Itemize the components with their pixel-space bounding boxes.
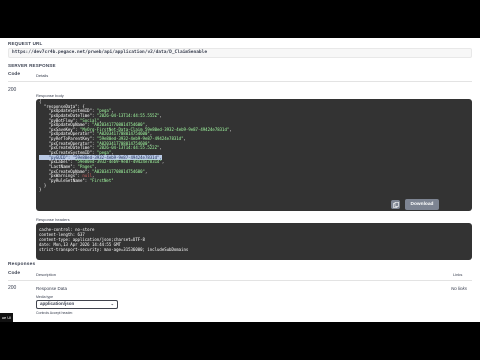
json-token: , <box>159 145 162 151</box>
json-token: } <box>39 187 42 193</box>
json-token: , <box>161 159 165 165</box>
swagger-page: REQUEST URL https://dev7cr4b.pegace.net/… <box>0 38 480 322</box>
copy-button[interactable] <box>391 200 400 209</box>
media-type-value: application/json <box>40 301 75 306</box>
responses-links-header: Links <box>453 272 463 277</box>
json-token: , <box>159 112 162 118</box>
response-body-label: Response body <box>36 93 64 98</box>
responses-code: 200 <box>8 285 17 291</box>
copy-icon <box>392 201 399 208</box>
json-token: "2026-04-13T14:44:55.555Z" <box>96 112 160 118</box>
divider <box>8 280 472 281</box>
server-details-header: Details <box>36 73 49 78</box>
json-line: } <box>39 187 232 193</box>
chevron-down-icon: ⌄ <box>110 301 114 306</box>
server-response-code: 200 <box>8 87 17 93</box>
response-headers-text: cache-control: no-store content-length: 6… <box>39 227 188 252</box>
responses-label: Responses <box>8 262 36 267</box>
response-body-json: { "responseData": { "pxUpdateSystemID": … <box>39 99 232 193</box>
response-headers-label: Response headers <box>36 217 70 222</box>
request-url-label: REQUEST URL <box>8 41 43 46</box>
responses-description: Response Data <box>36 286 68 291</box>
json-token: , <box>144 168 148 174</box>
json-token: "pyRuleSetName": <box>39 177 90 183</box>
response-header-line: strict-transport-security: max-age=31536… <box>39 247 189 252</box>
accept-header-note: Controls Accept header. <box>36 311 74 315</box>
request-url-field[interactable]: https://dev7cr4b.pegace.net/prweb/api/ap… <box>8 48 472 58</box>
download-button[interactable]: Download <box>405 199 439 210</box>
response-body-code-block[interactable]: { "responseData": { "pxUpdateSystemID": … <box>36 99 472 211</box>
responses-description-header: Description <box>36 272 57 277</box>
video-frame: REQUEST URL https://dev7cr4b.pegace.net/… <box>0 0 480 360</box>
server-response-label: SERVER RESPONSE <box>8 63 56 68</box>
json-token: "A0203417708014754600" <box>91 168 145 174</box>
media-type-select[interactable]: application/json ⌄ <box>36 300 118 309</box>
responses-links: No links <box>451 286 468 291</box>
response-headers-code-block[interactable]: cache-control: no-store content-length: 6… <box>36 223 472 260</box>
responses-code-header: Code <box>8 271 20 276</box>
corner-overlay-button[interactable]: ue UI <box>0 313 13 322</box>
server-code-header: Code <box>8 72 20 77</box>
json-token: , <box>229 126 232 132</box>
divider <box>8 81 472 82</box>
media-type-label: Media type <box>36 295 54 299</box>
json-token: , <box>183 136 186 142</box>
json-token: "FirstNet" <box>89 177 114 183</box>
